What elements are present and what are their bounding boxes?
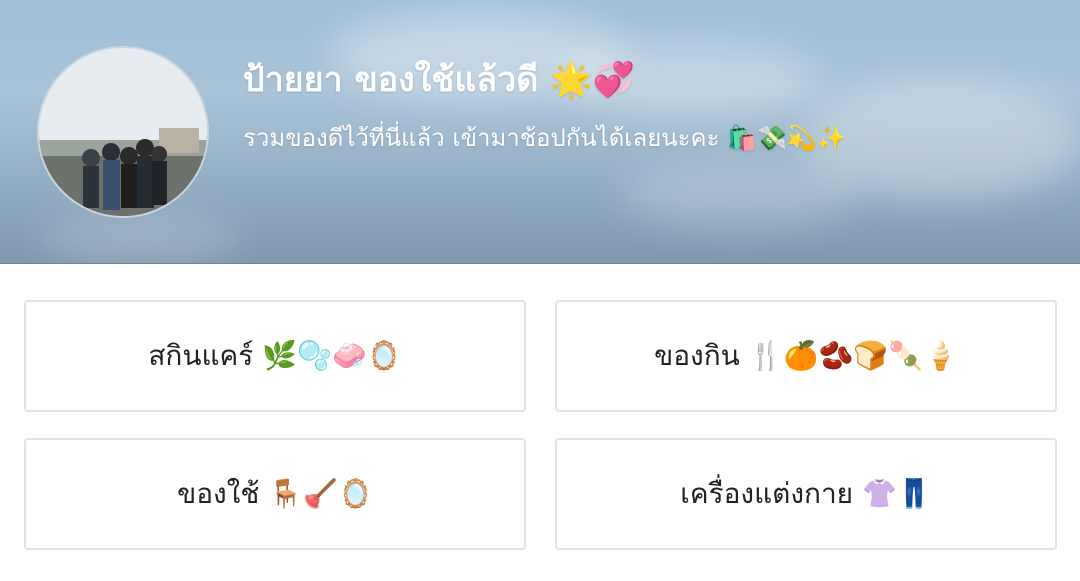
avatar[interactable] — [37, 46, 209, 218]
cloud-decoration — [620, 160, 860, 230]
profile-title: ป้ายยา ของใช้แล้วดี 🌟💞 — [243, 60, 635, 100]
profile-header: ป้ายยา ของใช้แล้วดี 🌟💞 รวมของดีไว้ที่นี่… — [0, 0, 1080, 264]
category-skincare-button[interactable]: สกินแคร์ 🌿🫧🧼🪞 — [24, 300, 526, 412]
category-clothing-button[interactable]: เครื่องแต่งกาย 👚👖 — [555, 438, 1057, 550]
cloud-decoration — [40, 210, 240, 263]
category-household-button[interactable]: ของใช้ 🪑🪠🪞 — [24, 438, 526, 550]
category-food-button[interactable]: ของกิน 🍴🍊🫘🍞🍡🍦 — [555, 300, 1057, 412]
avatar-photo — [39, 48, 207, 216]
profile-subtitle: รวมของดีไว้ที่นี่แล้ว เข้ามาช้อปกันได้เล… — [243, 124, 847, 152]
